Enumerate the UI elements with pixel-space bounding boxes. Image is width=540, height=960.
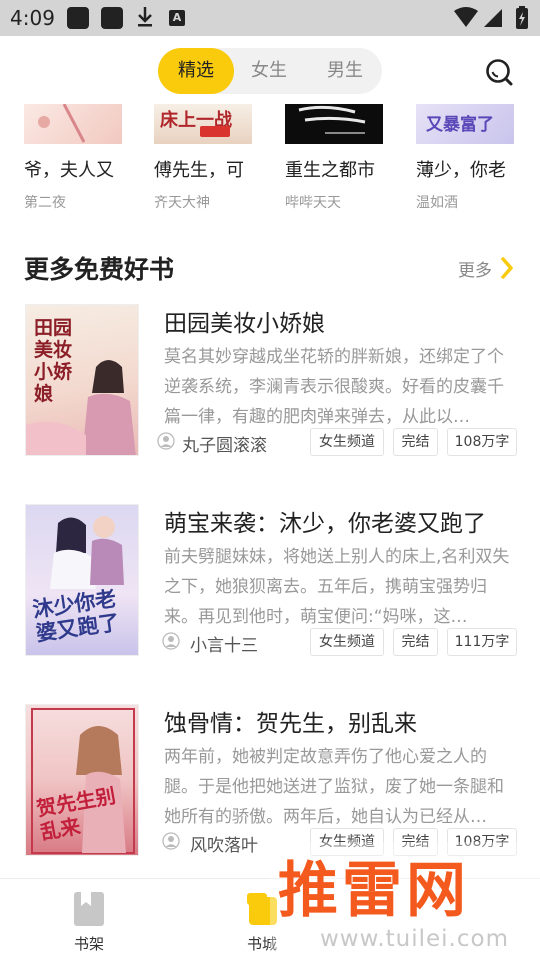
carousel-book-title: 傅先生，可	[154, 160, 244, 181]
carousel-book-author: 哔哔天天	[285, 195, 341, 211]
notification-icon	[67, 7, 89, 29]
book-cover: 床上一战	[154, 104, 252, 144]
watermark-url: www.tuilei.com	[320, 926, 509, 952]
book-description: 莫名其妙穿越成坐花轿的胖新娘，还绑定了个逆袭系统，李澜青表示很酸爽。好看的皮囊千…	[164, 347, 504, 427]
chevron-right-icon	[501, 257, 513, 279]
tab-male[interactable]: 男生	[308, 48, 382, 94]
watermark: 推雷网 www.tuilei.com	[270, 842, 540, 960]
tag-channel: 女生频道	[310, 428, 384, 456]
book-title: 田园美妆小娇娘	[164, 311, 325, 337]
app-notification-icon: A	[169, 10, 185, 26]
author-icon	[157, 432, 175, 450]
carousel-book-author: 温如酒	[416, 195, 458, 211]
book-author: 风吹落叶	[190, 836, 258, 856]
status-bar: 4:09 A	[0, 0, 540, 36]
book-description: 前夫劈腿妹妹，将她送上别人的床上,名利双失之下，她狼狈离去。五年后，携萌宝强势归…	[164, 547, 510, 627]
search-icon[interactable]	[484, 57, 514, 87]
download-icon	[138, 7, 152, 27]
author-icon	[162, 632, 180, 650]
tab-female[interactable]: 女生	[232, 48, 306, 94]
carousel-book-author: 第二夜	[24, 195, 66, 211]
more-label: 更多	[458, 261, 492, 281]
tag-wordcount: 108万字	[447, 428, 517, 456]
book-cover: 田园美妆小娇娘	[25, 304, 139, 456]
book-list-item[interactable]: 贺先生别乱来 蚀骨情：贺先生，别乱来 两年前，她被判定故意弄伤了他心爱之人的腿。…	[0, 704, 540, 864]
book-list-item[interactable]: 田园美妆小娇娘 田园美妆小娇娘 莫名其妙穿越成坐花轿的胖新娘，还绑定了个逆袭系统…	[0, 304, 540, 464]
channel-tabs: 精选 女生 男生	[158, 48, 382, 94]
nav-bookshelf-label: 书架	[73, 935, 104, 953]
system-icons	[454, 6, 528, 29]
author-icon	[162, 832, 180, 850]
tab-featured[interactable]: 精选	[158, 48, 234, 94]
carousel-book-author: 齐天大神	[154, 195, 210, 211]
book-cover: 沐少你老婆又跑了	[25, 504, 139, 656]
section-title: 更多免费好书	[24, 255, 175, 284]
book-list-item[interactable]: 沐少你老婆又跑了 萌宝来袭：沐少，你老婆又跑了 前夫劈腿妹妹，将她送上别人的床上…	[0, 504, 540, 664]
book-cover: 贺先生别乱来	[25, 704, 139, 856]
cover-title: 又暴富了	[426, 115, 494, 135]
book-cover	[24, 104, 122, 144]
tag-status: 完结	[393, 428, 438, 456]
tag-wordcount: 111万字	[447, 628, 517, 656]
book-author: 小言十三	[190, 636, 258, 656]
book-author: 丸子圆滚滚	[182, 436, 267, 456]
nav-bookshelf[interactable]: 书架	[29, 879, 149, 960]
book-cover	[285, 104, 383, 144]
watermark-logo: 推雷网	[278, 856, 470, 926]
signal-icon	[484, 9, 502, 27]
bookshelf-icon	[74, 892, 104, 926]
more-link[interactable]: 更多	[458, 256, 513, 281]
carousel-book-title: 薄少，你老	[416, 160, 506, 181]
wifi-icon	[454, 7, 478, 27]
carousel-book-title: 重生之都市	[285, 160, 375, 181]
carousel-book-title: 爷，夫人又	[24, 160, 114, 181]
notification-icon	[101, 7, 123, 29]
tag-status: 完结	[393, 628, 438, 656]
book-cover: 又暴富了	[416, 104, 514, 144]
status-time: 4:09	[10, 6, 55, 30]
book-title: 蚀骨情：贺先生，别乱来	[164, 711, 417, 737]
book-description: 两年前，她被判定故意弄伤了他心爱之人的腿。于是他把她送进了监狱，废了她一条腿和她…	[164, 747, 504, 827]
book-title: 萌宝来袭：沐少，你老婆又跑了	[164, 511, 486, 537]
tag-channel: 女生频道	[310, 628, 384, 656]
